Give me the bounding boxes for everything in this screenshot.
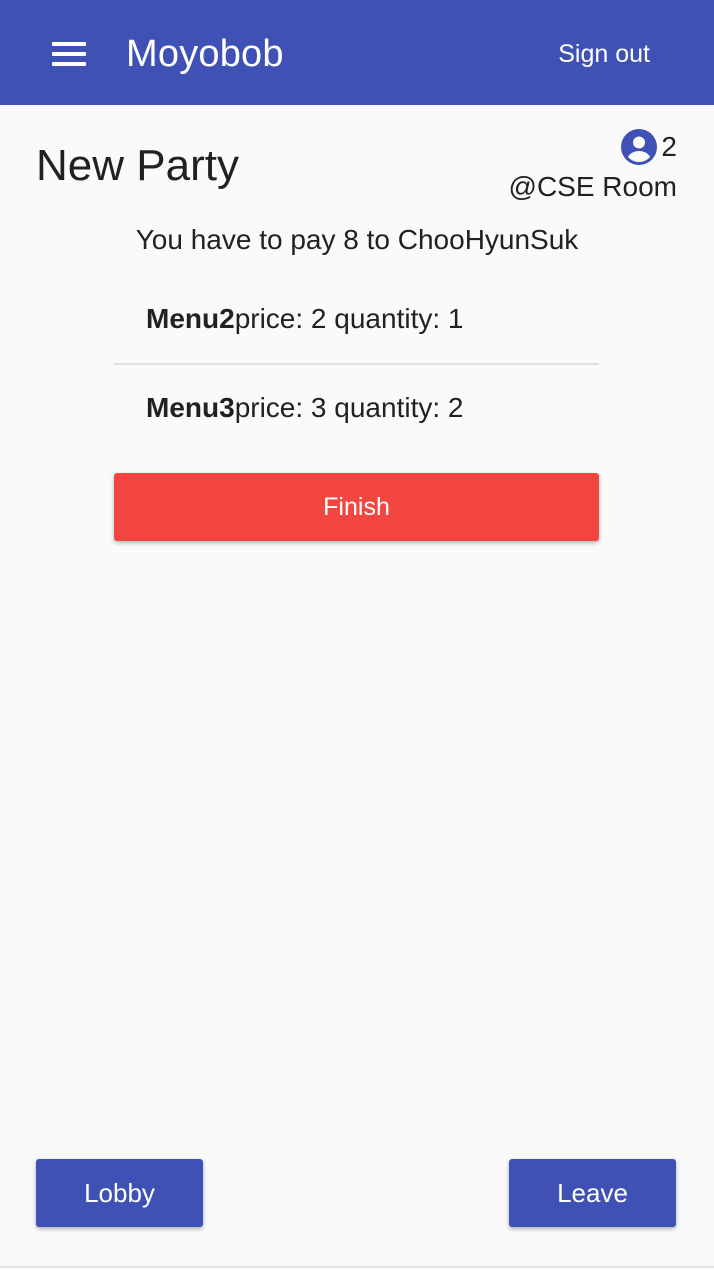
payment-message: You have to pay 8 to ChooHyunSuk [135,224,579,255]
menu-icon-bar-top [52,42,86,46]
menu-item-details: price: 3 quantity: 2 [234,392,464,423]
account-circle-icon [621,129,658,165]
menu-icon-bar-bottom [52,62,86,66]
sign-out-button[interactable]: Sign out [558,38,650,70]
party-title: New Party [36,141,239,190]
menu-item-details: price: 2 quantity: 1 [234,303,464,334]
lobby-button[interactable]: Lobby [36,1159,203,1227]
member-count: 2 [621,128,677,166]
member-count-value: 2 [661,131,677,162]
leave-button[interactable]: Leave [509,1159,676,1227]
menu-item-list: Menu2 price: 2 quantity: 1 Menu3 price: … [114,275,599,451]
menu-item-name: Menu3 [146,392,235,423]
app-title: Moyobob [126,33,284,75]
app-bar: Moyobob Sign out [0,0,714,105]
list-item: Menu2 price: 2 quantity: 1 [114,275,599,363]
hamburger-menu-icon[interactable] [38,26,98,82]
finish-button[interactable]: Finish [114,473,599,541]
menu-item-name: Menu2 [146,303,235,334]
bottom-divider [0,1266,714,1268]
party-location: @CSE Room [508,171,677,202]
menu-icon-bar-middle [52,52,86,56]
list-item: Menu3 price: 3 quantity: 2 [114,363,599,451]
